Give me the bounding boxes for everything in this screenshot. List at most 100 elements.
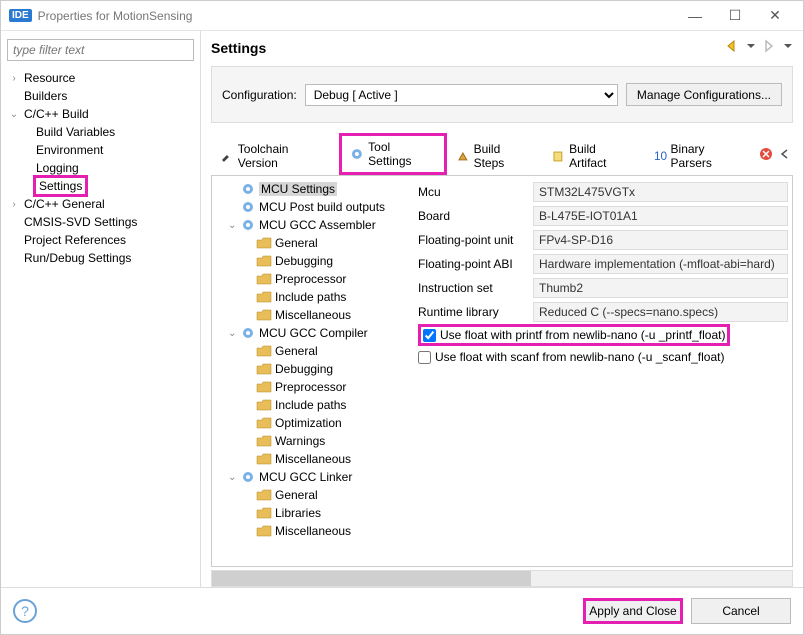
property-label: Mcu [418,185,533,199]
tree-item-label: Preprocessor [275,272,346,286]
error-icon[interactable] [759,147,773,161]
property-value[interactable]: Hardware implementation (-mfloat-abi=har… [533,254,788,274]
tree-item-label: Include paths [275,290,346,304]
nav-item[interactable]: Settings [7,177,200,195]
tree-item-label: General [275,236,318,250]
tab[interactable]: Build Artifact [542,137,643,174]
tree-item[interactable]: Miscellaneous [212,522,412,540]
tab-label: Build Steps [474,142,534,170]
folder-icon [256,452,272,466]
nav-item[interactable]: Environment [7,141,200,159]
tree-item[interactable]: MCU Post build outputs [212,198,412,216]
folder-icon [256,344,272,358]
tree-item[interactable]: ⌄MCU GCC Assembler [212,216,412,234]
nav-item[interactable]: Builders [7,87,200,105]
folder-icon [256,254,272,268]
configuration-bar: Configuration: Debug [ Active ] Manage C… [211,66,793,123]
nav-item[interactable]: Run/Debug Settings [7,249,200,267]
forward-arrow-icon[interactable] [762,39,778,53]
tree-item[interactable]: Debugging [212,360,412,378]
forward-menu-icon[interactable] [783,39,793,53]
property-value[interactable]: Reduced C (--specs=nano.specs) [533,302,788,322]
checkbox-row[interactable]: Use float with printf from newlib-nano (… [418,324,730,346]
settings-pane: Settings Configuration: Debug [ Active ]… [201,31,803,587]
cancel-button[interactable]: Cancel [691,598,791,624]
tab-strip: Toolchain VersionTool Settings Build Step… [211,133,793,176]
tree-item[interactable]: ⌄MCU GCC Linker [212,468,412,486]
tree-item[interactable]: Include paths [212,288,412,306]
folder-icon [256,488,272,502]
nav-item[interactable]: ›C/C++ General [7,195,200,213]
tab-label: Binary Parsers [671,142,748,170]
property-row: Runtime libraryReduced C (--specs=nano.s… [418,300,792,324]
help-button[interactable]: ? [13,599,37,623]
tree-item[interactable]: Preprocessor [212,270,412,288]
folder-icon [256,380,272,394]
configuration-select[interactable]: Debug [ Active ] [305,84,618,106]
tree-item[interactable]: Debugging [212,252,412,270]
property-value[interactable]: B-L475E-IOT01A1 [533,206,788,226]
gear-icon [240,326,256,340]
ide-badge-icon: IDE [9,9,32,22]
tree-item-label: General [275,488,318,502]
tree-item[interactable]: Libraries [212,504,412,522]
left-nav-pane: ›ResourceBuilders⌄C/C++ BuildBuild Varia… [1,31,201,587]
tree-item[interactable]: Optimization [212,414,412,432]
svg-text:10: 10 [654,149,667,163]
property-value[interactable]: STM32L475VGTx [533,182,788,202]
tree-item-label: MCU Post build outputs [259,200,385,214]
filter-input[interactable] [7,39,194,61]
back-arrow-icon[interactable] [725,39,741,53]
scroll-left-icon[interactable] [779,147,791,161]
nav-item[interactable]: Build Variables [7,123,200,141]
tree-item[interactable]: Miscellaneous [212,306,412,324]
tab[interactable]: Tool Settings [339,133,446,175]
tree-item[interactable]: Miscellaneous [212,450,412,468]
nav-item-label: Environment [33,142,106,158]
folder-icon [256,506,272,520]
tree-item[interactable]: ⌄MCU GCC Compiler [212,324,412,342]
history-nav[interactable] [723,39,793,56]
gear-icon [240,200,256,214]
checkbox[interactable] [418,351,431,364]
back-menu-icon[interactable] [746,39,756,53]
tab[interactable]: Toolchain Version [211,137,339,174]
apply-and-close-button[interactable]: Apply and Close [583,598,683,624]
folder-icon [256,272,272,286]
maximize-button[interactable]: ☐ [715,7,755,24]
nav-item[interactable]: CMSIS-SVD Settings [7,213,200,231]
tree-item[interactable]: Preprocessor [212,378,412,396]
tree-item[interactable]: General [212,342,412,360]
property-value[interactable]: FPv4-SP-D16 [533,230,788,250]
nav-item-label: C/C++ Build [21,106,92,122]
nav-item[interactable]: ›Resource [7,69,200,87]
property-row: Instruction setThumb2 [418,276,792,300]
tree-item[interactable]: General [212,234,412,252]
tree-item[interactable]: Warnings [212,432,412,450]
mcu-settings-form: McuSTM32L475VGTxBoardB-L475E-IOT01A1Floa… [412,176,792,566]
tool-settings-tree: MCU Settings MCU Post build outputs ⌄MCU G… [212,176,412,566]
nav-item[interactable]: ⌄C/C++ Build [7,105,200,123]
property-value[interactable]: Thumb2 [533,278,788,298]
tab[interactable]: Build Steps [447,137,543,174]
close-button[interactable]: ✕ [755,7,795,24]
manage-configurations-button[interactable]: Manage Configurations... [626,83,782,106]
checkbox[interactable] [423,329,436,342]
nav-item-label: CMSIS-SVD Settings [21,214,140,230]
tab-icon [350,147,364,161]
tab[interactable]: 10 Binary Parsers [644,137,757,174]
tree-item[interactable]: General [212,486,412,504]
tree-item[interactable]: MCU Settings [212,180,412,198]
minimize-button[interactable]: — [675,8,715,24]
tree-item-label: Optimization [275,416,342,430]
tree-item[interactable]: Include paths [212,396,412,414]
gear-icon [240,470,256,484]
property-label: Runtime library [418,305,533,319]
expand-arrow-icon: ⌄ [7,109,21,120]
folder-icon [256,416,272,430]
window-title: Properties for MotionSensing [38,9,193,23]
scrollbar-thumb[interactable] [212,571,531,586]
checkbox-row[interactable]: Use float with scanf from newlib-nano (-… [418,346,792,368]
nav-item[interactable]: Project References [7,231,200,249]
horizontal-scrollbar[interactable] [211,570,793,587]
